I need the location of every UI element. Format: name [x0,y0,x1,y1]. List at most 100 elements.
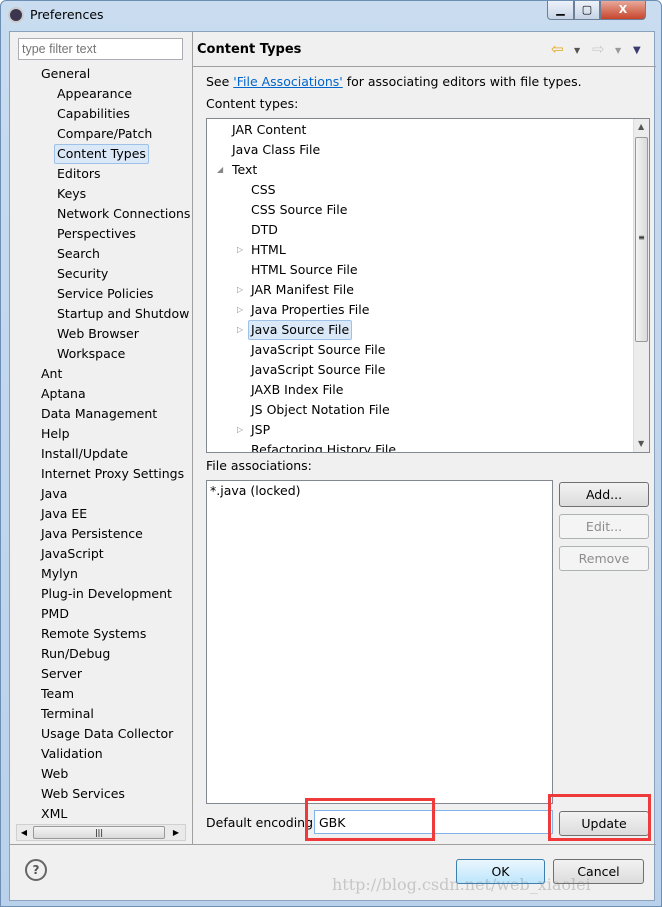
file-associations-link[interactable]: 'File Associations' [233,74,342,89]
close-button[interactable]: X [600,1,646,20]
content-types-tree[interactable]: JAR Content Java Class File ◢ Text CSS CSS So… [206,118,650,453]
dialog-body: GeneralAppearanceCapabilitiesCompare/Pat… [9,31,656,901]
divider [192,32,193,844]
sidebar-item[interactable]: Java EE [41,504,87,524]
expand-icon[interactable]: ▷ [237,240,243,260]
sidebar-item[interactable]: Team [41,684,74,704]
window-title: Preferences [30,7,104,22]
sidebar-item[interactable]: Plug-in Development [41,584,172,604]
expand-icon[interactable]: ▷ [237,280,243,300]
content-type-item[interactable]: JAXB Index File [251,380,343,400]
expanded-icon[interactable]: ◢ [217,160,223,180]
scroll-thumb[interactable]: ||| [33,826,165,839]
sidebar-item[interactable]: Editors [57,164,101,184]
watermark: http://blog.csdn.net/web_xiaolei [332,875,591,894]
sidebar-item[interactable]: Service Policies [57,284,153,304]
sidebar-item[interactable]: Server [41,664,82,684]
sidebar-item[interactable]: Java Persistence [41,524,143,544]
help-icon[interactable]: ? [25,859,47,881]
sidebar-item[interactable]: Validation [41,744,103,764]
content-types-label: Content types: [206,96,299,111]
content-type-item[interactable]: Text [232,160,257,180]
sidebar-item[interactable]: Capabilities [57,104,130,124]
sidebar-item[interactable]: Terminal [41,704,94,724]
maximize-button[interactable]: ▢ [574,1,600,20]
header-divider [193,66,656,67]
sidebar-item[interactable]: Web Services [41,784,125,804]
sidebar-item[interactable]: Compare/Patch [57,124,152,144]
sidebar-item[interactable]: Help [41,424,70,444]
sidebar-item[interactable]: Startup and Shutdow [57,304,189,324]
sidebar-item[interactable]: Workspace [57,344,125,364]
sidebar-item[interactable]: Aptana [41,384,86,404]
back-menu-icon[interactable]: ▼ [574,46,580,55]
sidebar-item[interactable]: XML [41,804,67,824]
sidebar-item[interactable]: Install/Update [41,444,128,464]
footer-divider [10,844,656,845]
sidebar-item[interactable]: Remote Systems [41,624,146,644]
sidebar-item[interactable]: Data Management [41,404,157,424]
sidebar-item[interactable]: Network Connections [57,204,190,224]
app-icon [8,7,24,23]
content-type-item[interactable]: JAR Content [232,120,306,140]
sidebar-item[interactable]: Search [57,244,100,264]
back-icon[interactable]: ⇦ [551,40,564,58]
content-type-item[interactable]: DTD [251,220,278,240]
list-item[interactable]: *.java (locked) [210,483,301,498]
content-type-item[interactable]: JavaScript Source File [251,340,385,360]
sidebar-item[interactable]: Security [57,264,108,284]
description-text: for associating editors with file types. [342,74,582,89]
edit-button[interactable]: Edit... [559,514,649,539]
sidebar-item[interactable]: Mylyn [41,564,78,584]
sidebar-item[interactable]: JavaScript [41,544,104,564]
sidebar-item[interactable]: Java [41,484,67,504]
content-type-item[interactable]: JAR Manifest File [251,280,354,300]
content-type-item[interactable]: CSS [251,180,276,200]
content-type-item[interactable]: CSS Source File [251,200,347,220]
description: See 'File Associations' for associating … [206,74,582,89]
scroll-left-icon[interactable]: ◀ [17,825,31,840]
sidebar-item[interactable]: Web [41,764,68,784]
add-button[interactable]: Add... [559,482,649,507]
scroll-down-icon[interactable]: ▼ [638,439,644,448]
sidebar-item[interactable]: Keys [57,184,86,204]
sidebar-item[interactable]: Ant [41,364,62,384]
content-type-item[interactable]: HTML Source File [251,260,358,280]
default-encoding-label: Default encoding: [206,815,318,830]
expand-icon[interactable]: ▷ [237,420,243,440]
forward-icon[interactable]: ⇨ [592,40,605,58]
sidebar-horizontal-scrollbar[interactable]: ◀ ||| ▶ [16,824,186,841]
expand-icon[interactable]: ▷ [237,320,243,340]
minimize-button[interactable]: ▁ [547,1,574,20]
sidebar-item[interactable]: Usage Data Collector [41,724,173,744]
sidebar-item[interactable]: Content Types [54,144,149,164]
sidebar-item[interactable]: Run/Debug [41,644,110,664]
content-type-item[interactable]: JSP [251,420,270,440]
content-type-item[interactable]: Java Properties File [251,300,369,320]
preferences-window: Preferences ▁ ▢ X GeneralAppearanceCapab… [0,0,662,907]
content-type-item[interactable]: Java Class File [232,140,320,160]
sidebar-item[interactable]: Appearance [57,84,132,104]
content-type-item[interactable]: HTML [251,240,286,260]
highlight-box-encoding [305,798,435,841]
sidebar-item[interactable]: Internet Proxy Settings [41,464,184,484]
forward-menu-icon[interactable]: ▼ [615,46,621,55]
view-menu-icon[interactable]: ▼ [633,45,641,56]
content-type-item[interactable]: Java Source File [248,320,353,340]
scroll-up-icon[interactable]: ▲ [638,122,644,131]
expand-icon[interactable]: ▷ [237,300,243,320]
highlight-box-update [548,794,651,841]
sidebar-item[interactable]: General [41,64,90,84]
file-associations-list[interactable]: *.java (locked) [206,480,553,804]
scroll-thumb[interactable]: ≡ [635,137,648,342]
scroll-right-icon[interactable]: ▶ [169,825,183,840]
content-types-scrollbar[interactable]: ▲ ≡ ▼ [633,119,649,452]
sidebar-item[interactable]: Perspectives [57,224,136,244]
content-type-item[interactable]: JS Object Notation File [251,400,390,420]
content-type-item[interactable]: Refactoring History File [251,440,396,452]
remove-button[interactable]: Remove [559,546,649,571]
sidebar-item[interactable]: PMD [41,604,69,624]
filter-input[interactable] [18,38,183,60]
content-type-item[interactable]: JavaScript Source File [251,360,385,380]
sidebar-item[interactable]: Web Browser [57,324,139,344]
